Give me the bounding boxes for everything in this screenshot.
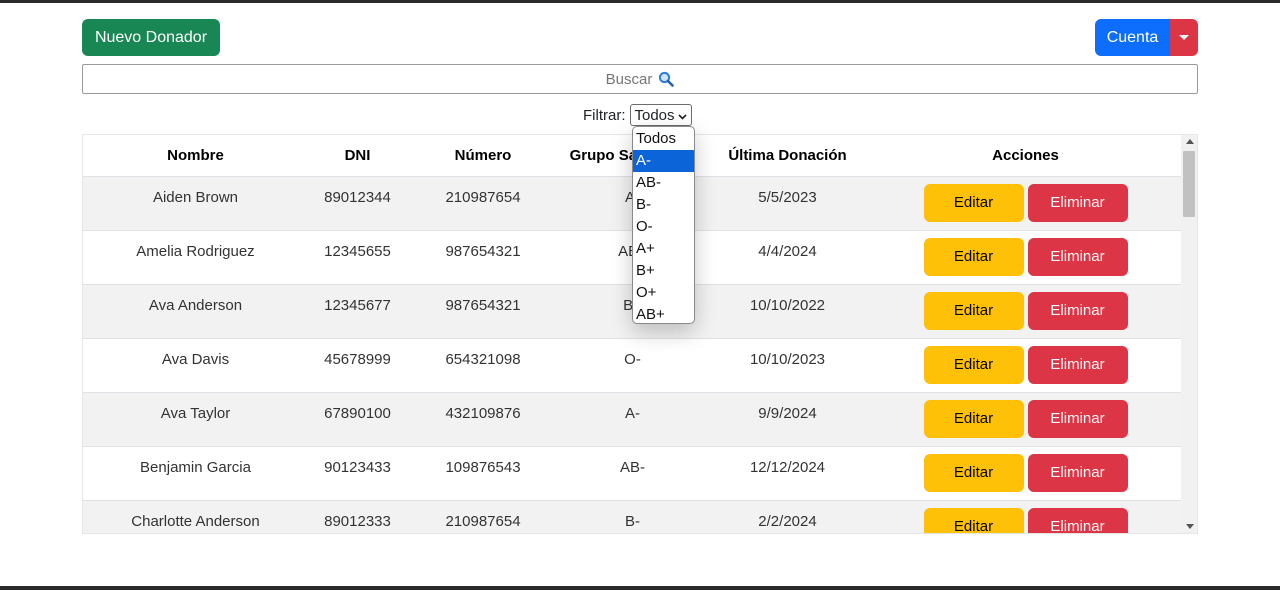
cell-actions: Editar Eliminar — [869, 446, 1182, 501]
cell-name: Charlotte Anderson — [83, 500, 308, 533]
column-header-number[interactable]: Número — [407, 135, 559, 177]
cell-name: Ava Anderson — [83, 284, 308, 339]
dropdown-option[interactable]: AB+ — [633, 304, 694, 323]
account-dropdown-toggle[interactable] — [1170, 19, 1198, 56]
cell-last-donation: 4/4/2024 — [706, 230, 869, 285]
cell-actions: Editar Eliminar — [869, 176, 1182, 231]
caret-down-icon — [1179, 35, 1189, 40]
cell-last-donation: 5/5/2023 — [706, 176, 869, 231]
cell-dni: 45678999 — [308, 338, 407, 393]
cell-number: 210987654 — [407, 176, 559, 231]
edit-button[interactable]: Editar — [923, 345, 1024, 384]
cell-last-donation: 9/9/2024 — [706, 392, 869, 447]
account-button[interactable]: Cuenta — [1095, 19, 1170, 56]
blood-type-select[interactable]: Todos — [629, 104, 692, 126]
cell-name: Aiden Brown — [83, 176, 308, 231]
magnifier-icon — [658, 71, 675, 87]
chevron-down-icon — [677, 107, 687, 124]
scroll-down-arrow-icon[interactable] — [1186, 524, 1194, 529]
table-scrollbar[interactable] — [1181, 135, 1197, 533]
edit-button[interactable]: Editar — [923, 291, 1024, 330]
dropdown-option[interactable]: O- — [633, 216, 694, 238]
delete-button[interactable]: Eliminar — [1027, 453, 1128, 492]
dropdown-option[interactable]: Todos — [633, 128, 694, 150]
cell-last-donation: 10/10/2022 — [706, 284, 869, 339]
cell-dni: 90123433 — [308, 446, 407, 501]
dropdown-option[interactable]: B+ — [633, 260, 694, 282]
filter-control: Filtrar: Todos — [583, 104, 692, 126]
cell-actions: Editar Eliminar — [869, 230, 1182, 285]
edit-button[interactable]: Editar — [923, 399, 1024, 438]
cell-number: 109876543 — [407, 446, 559, 501]
account-button-group: Cuenta — [1095, 19, 1198, 56]
cell-dni: 12345655 — [308, 230, 407, 285]
new-donor-button[interactable]: Nuevo Donador — [82, 19, 220, 56]
dropdown-option[interactable]: O+ — [633, 282, 694, 304]
filter-label: Filtrar: — [583, 106, 626, 124]
delete-button[interactable]: Eliminar — [1027, 291, 1128, 330]
cell-number: 987654321 — [407, 230, 559, 285]
edit-button[interactable]: Editar — [923, 183, 1024, 222]
dropdown-option[interactable]: A+ — [633, 238, 694, 260]
scroll-up-arrow-icon[interactable] — [1186, 139, 1194, 144]
column-header-name[interactable]: Nombre — [83, 135, 308, 177]
cell-last-donation: 12/12/2024 — [706, 446, 869, 501]
scrollbar-thumb[interactable] — [1183, 151, 1195, 217]
cell-number: 654321098 — [407, 338, 559, 393]
table-row: Ava Davis 45678999 654321098 O- 10/10/20… — [83, 338, 1182, 393]
cell-last-donation: 2/2/2024 — [706, 500, 869, 533]
cell-blood-type: O- — [559, 338, 706, 393]
column-header-last-donation[interactable]: Última Donación — [706, 135, 869, 177]
window-top-edge — [0, 0, 1280, 3]
cell-actions: Editar Eliminar — [869, 284, 1182, 339]
cell-blood-type: AB- — [559, 446, 706, 501]
edit-button[interactable]: Editar — [923, 453, 1024, 492]
table-row: Benjamin Garcia 90123433 109876543 AB- 1… — [83, 446, 1182, 501]
dropdown-option-highlighted[interactable]: A- — [633, 150, 694, 172]
edit-button[interactable]: Editar — [923, 237, 1024, 276]
cell-name: Ava Davis — [83, 338, 308, 393]
delete-button[interactable]: Eliminar — [1027, 345, 1128, 384]
delete-button[interactable]: Eliminar — [1027, 507, 1128, 533]
cell-name: Ava Taylor — [83, 392, 308, 447]
delete-button[interactable]: Eliminar — [1027, 183, 1128, 222]
cell-blood-type: A- — [559, 392, 706, 447]
cell-dni: 67890100 — [308, 392, 407, 447]
cell-dni: 89012333 — [308, 500, 407, 533]
search-input[interactable]: Buscar — [82, 64, 1198, 94]
cell-actions: Editar Eliminar — [869, 338, 1182, 393]
search-placeholder: Buscar — [605, 70, 653, 88]
cell-actions: Editar Eliminar — [869, 500, 1182, 533]
dropdown-option[interactable]: B- — [633, 194, 694, 216]
cell-number: 432109876 — [407, 392, 559, 447]
cell-number: 210987654 — [407, 500, 559, 533]
delete-button[interactable]: Eliminar — [1027, 237, 1128, 276]
cell-blood-type: B- — [559, 500, 706, 533]
cell-dni: 89012344 — [308, 176, 407, 231]
column-header-actions: Acciones — [869, 135, 1182, 177]
column-header-dni[interactable]: DNI — [308, 135, 407, 177]
cell-actions: Editar Eliminar — [869, 392, 1182, 447]
edit-button[interactable]: Editar — [923, 507, 1024, 533]
cell-last-donation: 10/10/2023 — [706, 338, 869, 393]
table-row: Charlotte Anderson 89012333 210987654 B-… — [83, 500, 1182, 533]
cell-name: Benjamin Garcia — [83, 446, 308, 501]
window-bottom-edge — [0, 586, 1280, 590]
cell-dni: 12345677 — [308, 284, 407, 339]
cell-name: Amelia Rodriguez — [83, 230, 308, 285]
dropdown-option[interactable]: AB- — [633, 172, 694, 194]
delete-button[interactable]: Eliminar — [1027, 399, 1128, 438]
blood-type-dropdown-list: Todos A- AB- B- O- A+ B+ O+ AB+ — [632, 126, 695, 324]
select-value: Todos — [634, 106, 675, 124]
cell-number: 987654321 — [407, 284, 559, 339]
table-row: Ava Taylor 67890100 432109876 A- 9/9/202… — [83, 392, 1182, 447]
